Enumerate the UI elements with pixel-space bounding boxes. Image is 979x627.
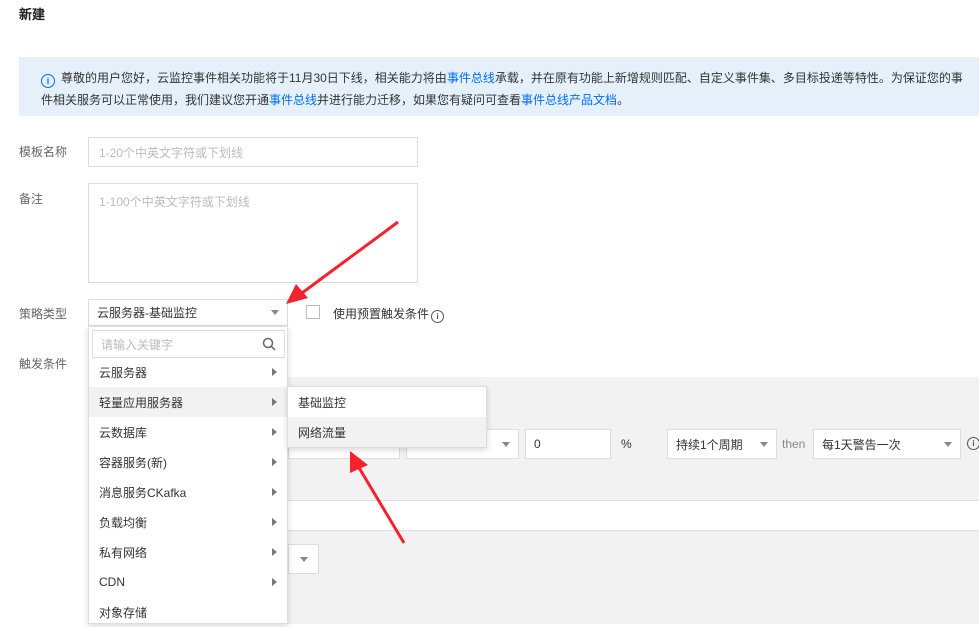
annotation-arrows (286, 220, 406, 544)
annotation-arrow-1 (301, 220, 399, 295)
annotation-arrow-1-head (286, 284, 308, 304)
annotation-arrow-2 (356, 465, 406, 544)
